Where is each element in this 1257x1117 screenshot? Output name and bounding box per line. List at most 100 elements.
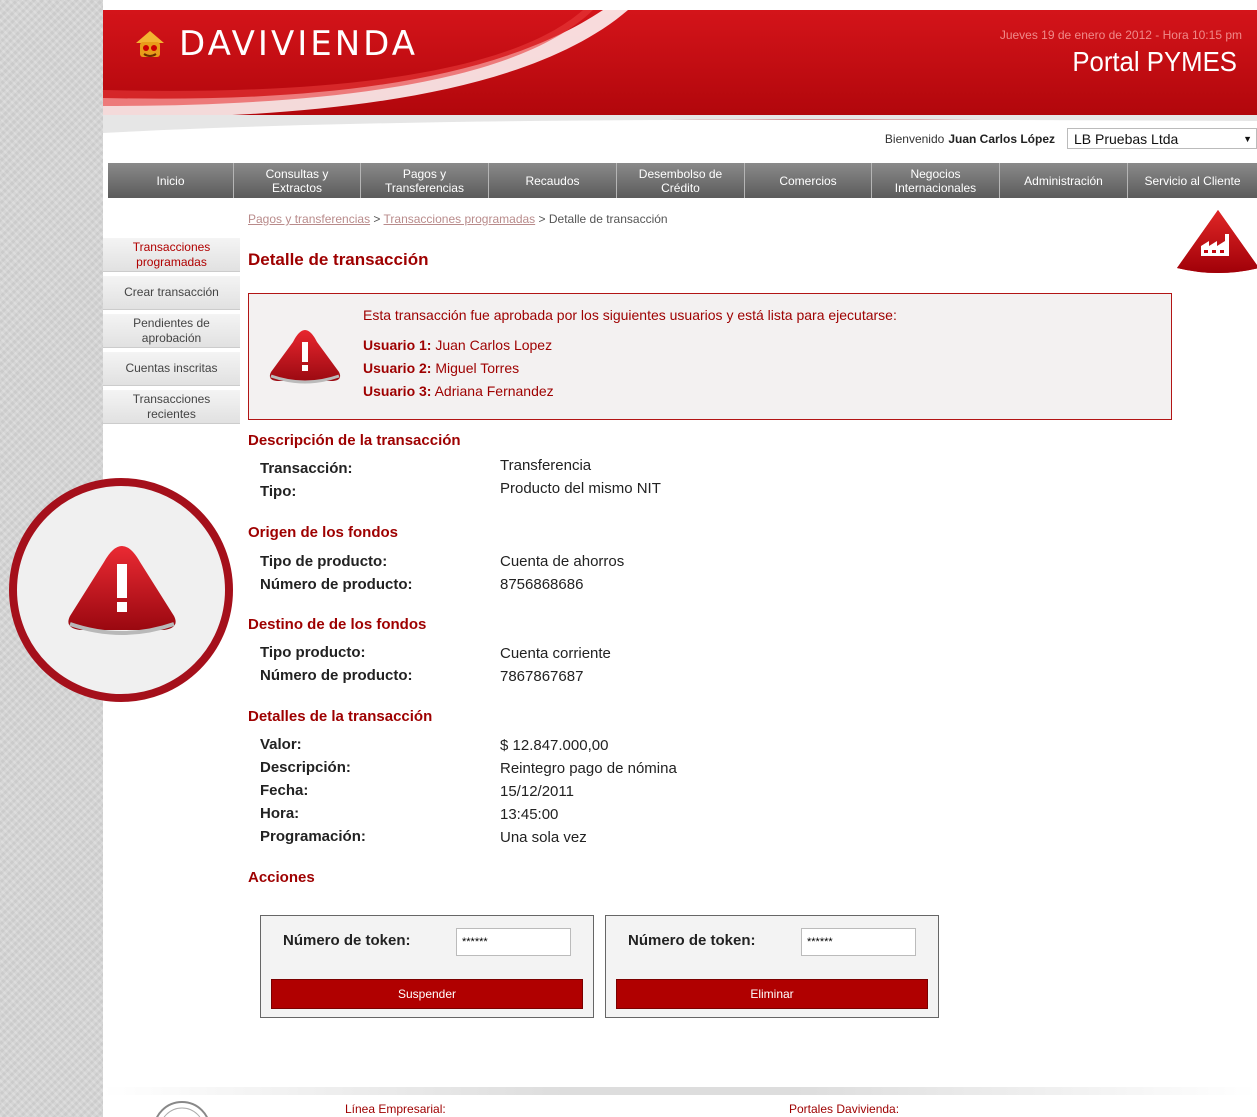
nav-label: Comercios bbox=[779, 173, 837, 188]
certification-seal-icon bbox=[156, 1101, 208, 1117]
alert-message: Esta transacción fue aprobada por los si… bbox=[363, 307, 897, 323]
sidebar-item-label: Pendientes de aprobación bbox=[133, 315, 210, 345]
field-value: Producto del mismo NIT bbox=[500, 480, 661, 497]
nav-item-administracion[interactable]: Administración bbox=[1000, 163, 1128, 198]
token-label: Número de token: bbox=[628, 932, 756, 949]
breadcrumb-separator: > bbox=[370, 212, 384, 226]
field-value: Transferencia bbox=[500, 457, 592, 474]
section-title-origen: Origen de los fondos bbox=[248, 524, 399, 541]
field-label: Fecha: bbox=[260, 782, 309, 799]
sidebar-item-label: Transacciones recientes bbox=[132, 391, 211, 421]
nav-label: Desembolso de Crédito bbox=[638, 166, 723, 195]
footer-portales: Portales Davivienda: bbox=[789, 1102, 900, 1116]
chevron-down-icon: ▼ bbox=[1243, 133, 1252, 144]
sidebar: Transacciones programadas Crear transacc… bbox=[103, 238, 240, 428]
page-container: DAVIVIENDA Jueves 19 de enero de 2012 - … bbox=[103, 0, 1257, 1117]
welcome-greeting: Bienvenido bbox=[884, 131, 945, 146]
delete-token-input[interactable] bbox=[801, 928, 916, 956]
sidebar-item-crear-transaccion[interactable]: Crear transacción bbox=[103, 276, 240, 310]
section-title-detalles: Detalles de la transacción bbox=[248, 708, 433, 725]
company-select[interactable]: LB Pruebas Ltda ▼ bbox=[1067, 128, 1257, 149]
field-value: Cuenta de ahorros bbox=[500, 553, 625, 570]
field-label: Valor: bbox=[260, 736, 302, 753]
approver-name: Adriana Fernandez bbox=[434, 383, 554, 399]
portal-title: Portal PYMES bbox=[1072, 46, 1237, 77]
field-value: 13:45:00 bbox=[500, 806, 559, 823]
approver-name: Miguel Torres bbox=[435, 360, 520, 376]
breadcrumb-current: > Detalle de transacción bbox=[535, 212, 668, 226]
field-label: Transacción: bbox=[260, 460, 353, 477]
nav-item-consultas[interactable]: Consultas y Extractos bbox=[234, 163, 361, 198]
sidebar-item-label: Crear transacción bbox=[124, 285, 219, 299]
field-label: Tipo de producto: bbox=[260, 553, 388, 570]
nav-label: Servicio al Cliente bbox=[1144, 173, 1241, 188]
nav-item-negocios[interactable]: Negocios Internacionales bbox=[872, 163, 1000, 198]
sidebar-item-transacciones-programadas[interactable]: Transacciones programadas bbox=[103, 238, 240, 272]
delete-panel: Número de token: Eliminar bbox=[605, 915, 939, 1018]
approver-2: Usuario 2: Miguel Torres bbox=[363, 360, 519, 376]
approver-label: Usuario 1: bbox=[363, 337, 432, 353]
user-name: Juan Carlos López bbox=[948, 131, 1055, 146]
sidebar-item-label: Transacciones programadas bbox=[132, 239, 211, 269]
nav-label: Negocios Internacionales bbox=[894, 166, 977, 195]
company-select-value: LB Pruebas Ltda bbox=[1074, 130, 1179, 147]
nav-item-pagos[interactable]: Pagos y Transferencias bbox=[361, 163, 489, 198]
breadcrumb: Pagos y transferencias > Transacciones p… bbox=[248, 212, 668, 226]
nav-label: Pagos y Transferencias bbox=[385, 166, 464, 195]
approval-alert: Esta transacción fue aprobada por los si… bbox=[248, 293, 1172, 420]
field-label: Número de producto: bbox=[260, 576, 413, 593]
davivienda-logo[interactable]: DAVIVIENDA bbox=[133, 24, 418, 64]
field-value: 7867867687 bbox=[500, 668, 584, 685]
field-label: Descripción: bbox=[260, 759, 351, 776]
approver-label: Usuario 3: bbox=[363, 383, 432, 399]
nav-label: Inicio bbox=[156, 173, 185, 188]
field-value: 15/12/2011 bbox=[500, 783, 574, 800]
approver-1: Usuario 1: Juan Carlos Lopez bbox=[363, 337, 552, 353]
field-label: Tipo producto: bbox=[260, 644, 366, 661]
section-title-acciones: Acciones bbox=[248, 869, 315, 886]
field-label: Tipo: bbox=[260, 483, 297, 500]
nav-item-comercios[interactable]: Comercios bbox=[745, 163, 872, 198]
suspend-panel: Número de token: Suspender bbox=[260, 915, 594, 1018]
footer-linea-empresarial: Línea Empresarial: bbox=[345, 1102, 446, 1116]
factory-icon bbox=[1177, 210, 1257, 273]
breadcrumb-link-programadas[interactable]: Transacciones programadas bbox=[384, 212, 536, 226]
nav-item-recaudos[interactable]: Recaudos bbox=[489, 163, 617, 198]
header-banner: DAVIVIENDA Jueves 19 de enero de 2012 - … bbox=[103, 10, 1257, 120]
field-value: Cuenta corriente bbox=[500, 645, 611, 662]
approver-name: Juan Carlos Lopez bbox=[435, 337, 553, 353]
large-warning-badge bbox=[9, 478, 233, 702]
field-value: Reintegro pago de nómina bbox=[500, 760, 677, 777]
section-title-destino: Destino de de los fondos bbox=[248, 616, 427, 633]
field-value: 8756868686 bbox=[500, 576, 584, 593]
field-value: $ 12.847.000,00 bbox=[500, 737, 609, 754]
field-label: Hora: bbox=[260, 805, 300, 822]
current-datetime: Jueves 19 de enero de 2012 - Hora 10:15 … bbox=[999, 28, 1242, 42]
logo-wordmark: DAVIVIENDA bbox=[179, 24, 418, 64]
sidebar-item-label: Cuentas inscritas bbox=[125, 361, 218, 375]
nav-item-desembolso[interactable]: Desembolso de Crédito bbox=[617, 163, 745, 198]
delete-button[interactable]: Eliminar bbox=[616, 979, 928, 1009]
welcome-bar: Bienvenido Juan Carlos López LB Pruebas … bbox=[885, 128, 1257, 149]
sidebar-item-cuentas-inscritas[interactable]: Cuentas inscritas bbox=[103, 352, 240, 386]
house-logo-icon bbox=[136, 31, 164, 57]
nav-item-inicio[interactable]: Inicio bbox=[108, 163, 234, 198]
field-value: Una sola vez bbox=[500, 829, 587, 846]
approver-label: Usuario 2: bbox=[363, 360, 432, 376]
section-title-descripcion: Descripción de la transacción bbox=[248, 432, 461, 449]
warning-icon bbox=[269, 330, 341, 384]
main-nav: Inicio Consultas y Extractos Pagos y Tra… bbox=[108, 163, 1257, 198]
suspend-token-input[interactable] bbox=[456, 928, 571, 956]
sidebar-item-pendientes[interactable]: Pendientes de aprobación bbox=[103, 314, 240, 348]
sidebar-item-transacciones-recientes[interactable]: Transacciones recientes bbox=[103, 390, 240, 424]
approver-3: Usuario 3: Adriana Fernandez bbox=[363, 383, 554, 399]
warning-icon bbox=[68, 546, 176, 635]
page-title: Detalle de transacción bbox=[248, 250, 429, 269]
suspend-button[interactable]: Suspender bbox=[271, 979, 583, 1009]
nav-label: Consultas y Extractos bbox=[265, 166, 329, 195]
nav-label: Recaudos bbox=[525, 173, 580, 188]
breadcrumb-link-pagos[interactable]: Pagos y transferencias bbox=[248, 212, 370, 226]
nav-item-servicio[interactable]: Servicio al Cliente bbox=[1128, 163, 1257, 198]
footer-divider bbox=[103, 1087, 1257, 1095]
nav-label: Administración bbox=[1024, 173, 1103, 188]
